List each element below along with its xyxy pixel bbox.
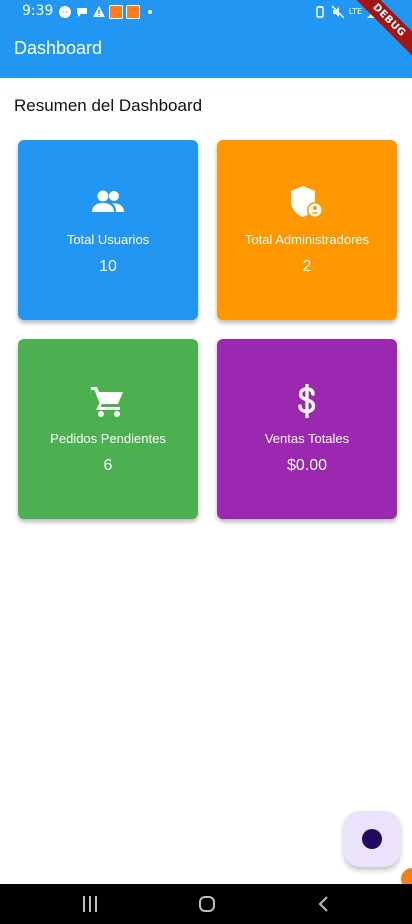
recent-apps-button[interactable] xyxy=(78,892,102,916)
battery-saver-icon xyxy=(313,5,327,19)
screen: 9:39 LTE DEBUG Dashboard Resumen del Das… xyxy=(0,0,412,924)
home-button[interactable] xyxy=(195,892,219,916)
card-value: $0.00 xyxy=(286,457,328,474)
card-value: 2 xyxy=(302,258,312,275)
admin-shield-icon xyxy=(287,182,327,222)
card-label: Pedidos Pendientes xyxy=(50,431,166,446)
dot-icon xyxy=(362,829,382,849)
mute-icon xyxy=(331,5,345,19)
card-value: 6 xyxy=(103,457,113,474)
home-icon xyxy=(197,894,217,914)
network-type: LTE xyxy=(348,7,362,16)
messenger-icon xyxy=(58,5,72,19)
card-ventas-totales[interactable]: Ventas Totales $0.00 xyxy=(217,339,397,519)
shopping-cart-icon xyxy=(88,381,128,421)
card-total-administradores[interactable]: Total Administradores 2 xyxy=(217,140,397,320)
status-time: 9:39 xyxy=(22,3,54,19)
notification-icons xyxy=(58,3,152,21)
group-icon xyxy=(88,182,128,222)
page-title: Dashboard xyxy=(14,38,103,58)
app-bar: 9:39 LTE DEBUG Dashboard xyxy=(0,0,412,78)
chat-icon xyxy=(75,5,89,19)
dollar-icon xyxy=(287,381,327,421)
dashboard-grid: Total Usuarios 10 Total Administradores … xyxy=(18,140,397,520)
floating-action-button[interactable] xyxy=(344,811,400,867)
back-button[interactable] xyxy=(312,892,336,916)
recent-apps-icon xyxy=(80,895,100,913)
back-icon xyxy=(314,894,334,914)
status-bar: 9:39 LTE xyxy=(0,0,412,24)
system-nav-bar xyxy=(0,884,412,924)
card-total-usuarios[interactable]: Total Usuarios 10 xyxy=(18,140,198,320)
card-label: Total Administradores xyxy=(244,232,370,247)
card-label: Total Usuarios xyxy=(66,232,150,247)
card-label: Ventas Totales xyxy=(264,431,350,446)
section-title: Resumen del Dashboard xyxy=(14,96,203,115)
app-notification-icon-2 xyxy=(126,5,140,19)
card-pedidos-pendientes[interactable]: Pedidos Pendientes 6 xyxy=(18,339,198,519)
card-value: 10 xyxy=(99,258,117,275)
app-notification-icon xyxy=(109,5,123,19)
more-notifications-icon xyxy=(148,10,152,14)
warning-icon xyxy=(92,5,106,19)
